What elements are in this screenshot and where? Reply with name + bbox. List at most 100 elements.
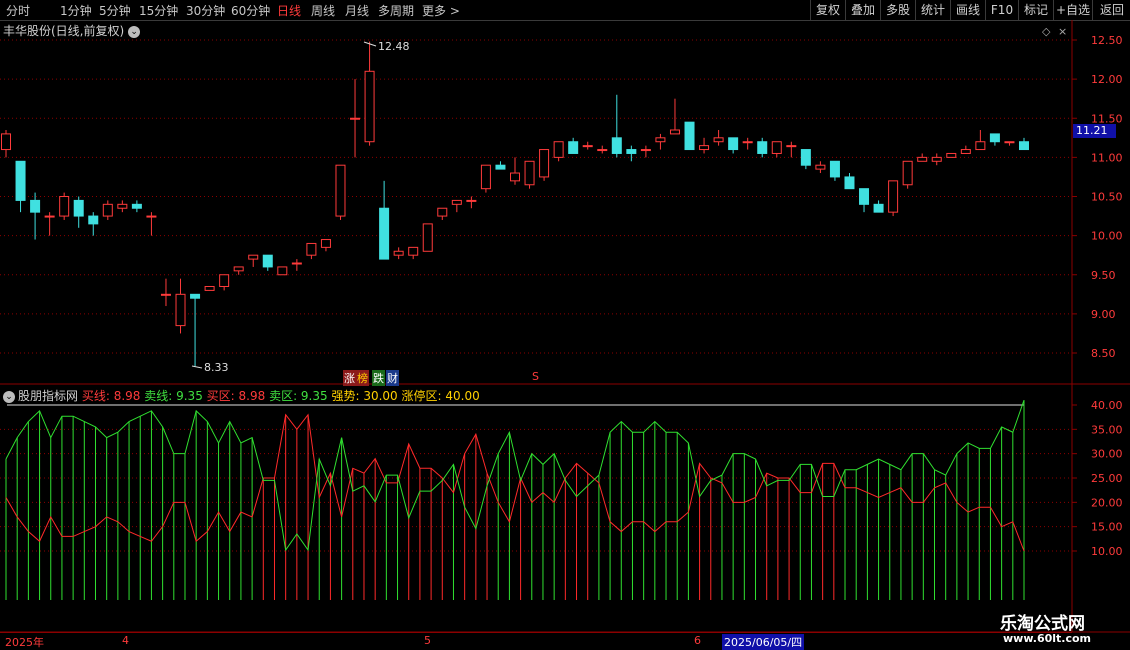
candle-body — [393, 250, 404, 256]
indicator-tick-label: 25.00 — [1091, 472, 1123, 485]
candle-body — [669, 129, 680, 135]
bang-badge[interactable]: 榜 — [356, 370, 369, 386]
candle-body — [466, 199, 477, 202]
diamond-icon[interactable]: ◇ — [1042, 25, 1051, 38]
indicator-tick-label: 20.00 — [1091, 496, 1123, 509]
candle-body — [829, 160, 840, 178]
indicator-name: 股朋指标网 — [18, 389, 79, 403]
candle-body — [728, 137, 739, 151]
high-annotation: 12.48 — [378, 40, 410, 53]
time-axis: 2025年 4 5 6 2025/06/05/四 — [0, 632, 1072, 650]
price-tick-label: 8.50 — [1091, 347, 1116, 360]
candle-body — [800, 149, 811, 166]
candle-body — [524, 160, 535, 186]
candle-body — [117, 203, 128, 209]
sell-zone-label: 卖区: 9.35 — [269, 389, 328, 403]
candle-body — [1004, 141, 1015, 144]
price-tick-label: 10.00 — [1091, 230, 1123, 243]
candle-body — [960, 149, 971, 154]
candle-body — [931, 156, 942, 162]
candle-body — [30, 199, 41, 213]
price-tick-label: 9.50 — [1091, 269, 1116, 282]
candle-body — [582, 145, 593, 148]
watermark-url: www.60lt.com — [1003, 632, 1092, 645]
zhang-badge[interactable]: 涨 — [343, 370, 356, 386]
candle-body — [44, 215, 55, 218]
candle-body — [859, 188, 870, 205]
indicator-tick-label: 35.00 — [1091, 423, 1123, 436]
sell-line-label: 卖线: 9.35 — [144, 389, 203, 403]
candle-body — [131, 203, 142, 209]
candle-body — [59, 196, 70, 217]
watermark-title: 乐淘公式网 — [1000, 614, 1085, 634]
price-tick-label: 12.00 — [1091, 73, 1123, 86]
die-badge[interactable]: 跌 — [372, 370, 385, 386]
price-tick-label: 12.50 — [1091, 34, 1123, 47]
candle-body — [233, 266, 244, 272]
indicator-tick-label: 40.00 — [1091, 399, 1123, 412]
candle-body — [15, 160, 26, 201]
candle-body — [102, 203, 113, 217]
candle-body — [611, 137, 622, 154]
candle-body — [306, 242, 317, 256]
candle-body — [146, 215, 157, 218]
candle-body — [204, 285, 215, 291]
candle-body — [495, 164, 506, 170]
close-icon[interactable]: × — [1058, 25, 1067, 38]
candle-body — [946, 152, 957, 158]
candle-body — [190, 293, 201, 299]
candle-body — [699, 145, 710, 151]
candle-body — [713, 137, 724, 143]
candle-body — [975, 141, 986, 151]
candle-body — [510, 172, 520, 182]
candle-body — [364, 70, 375, 143]
current-price-tag: 11.21 — [1073, 124, 1116, 138]
strong-label: 强势: 30.00 — [331, 389, 398, 403]
indicator-title: ⌄ 股朋指标网 买线: 8.98 卖线: 9.35 买区: 8.98 卖区: 9.… — [3, 387, 480, 404]
main-chart: ◇ × 12.48 8.33 12.5012.0011.5011.0010.50… — [0, 20, 1130, 633]
candle-body — [626, 149, 637, 154]
candle-body — [597, 149, 608, 152]
candle-body — [422, 223, 433, 252]
candle-body — [335, 164, 346, 217]
candle-body — [640, 149, 651, 152]
buy-zone-label: 买区: 8.98 — [206, 389, 266, 403]
candle-body — [655, 137, 666, 143]
signal-s-badge[interactable]: S — [531, 370, 540, 383]
candle-body — [73, 199, 84, 217]
month-5-label: 5 — [424, 634, 431, 647]
candle-body — [873, 203, 884, 213]
low-annotation: 8.33 — [204, 361, 229, 374]
candle-body — [175, 293, 186, 327]
buy-line-label: 买线: 8.98 — [81, 389, 141, 403]
candle-body — [553, 141, 564, 158]
cai-badge[interactable]: 财 — [386, 370, 399, 386]
candle-body — [320, 239, 331, 248]
candle-body — [786, 145, 797, 148]
candle-body — [771, 141, 782, 154]
candle-body — [742, 141, 753, 144]
indicator-tick-label: 30.00 — [1091, 448, 1123, 461]
month-6-label: 6 — [694, 634, 701, 647]
price-tick-label: 11.00 — [1091, 151, 1123, 164]
candle-body — [1019, 141, 1029, 151]
candle-body — [350, 117, 361, 120]
cursor-date: 2025/06/05/四 — [722, 634, 805, 650]
chevron-down-icon[interactable]: ⌄ — [3, 390, 15, 403]
buy-line — [5, 413, 1025, 552]
indicator-tick-label: 15.00 — [1091, 521, 1123, 534]
candle-body — [902, 160, 913, 186]
price-tick-label: 10.50 — [1091, 191, 1123, 204]
candle-body — [408, 246, 419, 256]
candle-body — [88, 215, 99, 225]
year-label: 2025年 — [5, 636, 44, 649]
candle-body — [815, 164, 826, 170]
candle-body — [437, 207, 448, 217]
candle-body — [844, 176, 855, 190]
indicator-tick-label: 10.00 — [1091, 545, 1123, 558]
candle-body — [480, 164, 491, 190]
candle-body — [262, 254, 273, 268]
sell-line — [5, 399, 1025, 552]
candle-body — [379, 207, 390, 260]
candle-body — [539, 149, 550, 178]
